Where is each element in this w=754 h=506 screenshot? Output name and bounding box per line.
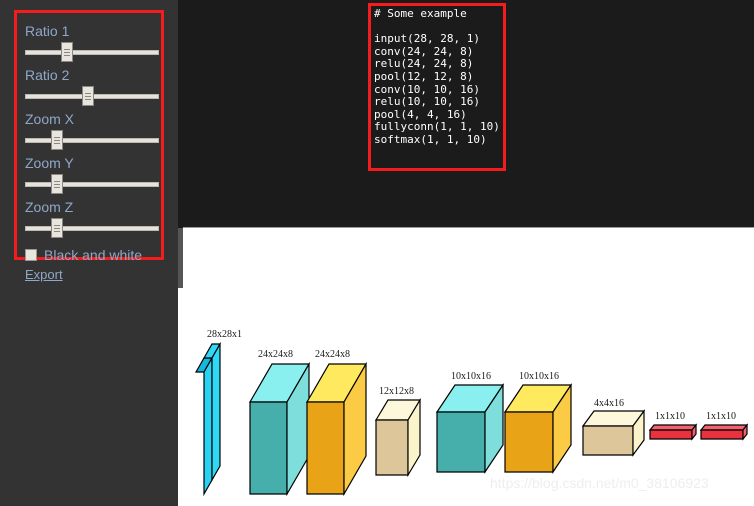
layer-label: 24x24x8 — [315, 349, 350, 360]
slider-zoom-x[interactable] — [25, 129, 159, 150]
checkbox-label: Black and white — [44, 247, 143, 263]
code-line: softmax(1, 1, 10) — [374, 132, 487, 146]
code-highlight-box: # Some example input(28, 28, 1) conv(24,… — [368, 3, 506, 171]
slider-thumb[interactable] — [82, 86, 94, 106]
slider-zoom-z[interactable] — [25, 217, 159, 238]
layer-fullyconn[interactable]: 1x1x10 — [648, 411, 698, 441]
layer-softmax[interactable]: 1x1x10 — [699, 411, 749, 441]
label-zoom-x: Zoom X — [25, 111, 75, 127]
layer-pool-2[interactable]: 4x4x16 — [581, 398, 646, 457]
code-line: # Some example — [374, 7, 467, 20]
label-ratio-2: Ratio 2 — [25, 67, 70, 83]
label-ratio-1: Ratio 1 — [25, 23, 70, 39]
layer-label: 28x28x1 — [207, 329, 242, 340]
slider-thumb[interactable] — [51, 218, 63, 238]
layer-conv-1[interactable]: 24x24x8 — [248, 349, 311, 497]
code-line: pool(12, 12, 8) — [374, 69, 474, 83]
layer-label: 12x12x8 — [379, 386, 414, 397]
code-editor-panel[interactable]: # Some example input(28, 28, 1) conv(24,… — [183, 0, 754, 228]
control-zoom-z: Zoom Z — [25, 199, 159, 238]
network-diagram-canvas[interactable]: 28x28x1 24x24x8 24x24x8 12x12x8 10x10x16… — [183, 229, 754, 506]
control-zoom-y: Zoom Y — [25, 155, 159, 194]
layer-conv-2[interactable]: 10x10x16 — [435, 371, 505, 474]
layer-relu-2[interactable]: 10x10x16 — [503, 371, 573, 474]
black-and-white-checkbox-row[interactable]: Black and white — [25, 247, 153, 263]
control-ratio-1: Ratio 1 — [25, 23, 159, 62]
slider-track[interactable] — [25, 138, 159, 143]
slider-track[interactable] — [25, 50, 159, 55]
layer-label: 10x10x16 — [519, 371, 559, 382]
slider-zoom-y[interactable] — [25, 173, 159, 194]
layer-label: 1x1x10 — [706, 411, 736, 422]
layer-input[interactable]: 28x28x1 — [194, 329, 242, 497]
label-zoom-y: Zoom Y — [25, 155, 74, 171]
layer-label: 10x10x16 — [451, 371, 491, 382]
layer-label: 4x4x16 — [594, 398, 624, 409]
layer-relu-1[interactable]: 24x24x8 — [305, 349, 368, 497]
slider-track[interactable] — [25, 226, 159, 231]
checkbox-icon[interactable] — [25, 249, 37, 261]
control-zoom-x: Zoom X — [25, 111, 159, 150]
layer-label: 24x24x8 — [258, 349, 293, 360]
label-zoom-z: Zoom Z — [25, 199, 74, 215]
code-line: relu(10, 10, 16) — [374, 95, 480, 109]
slider-thumb[interactable] — [61, 42, 73, 62]
control-ratio-2: Ratio 2 — [25, 67, 159, 106]
network-diagram-svg: 28x28x1 24x24x8 24x24x8 12x12x8 10x10x16… — [194, 329, 749, 497]
layer-label: 1x1x10 — [655, 411, 685, 422]
layer-pool-1[interactable]: 12x12x8 — [374, 386, 422, 478]
slider-thumb[interactable] — [51, 130, 63, 150]
slider-ratio-2[interactable] — [25, 85, 159, 106]
controls-panel: Ratio 1 Ratio 2 Zoom X Zoom Y Zoom Z Bla… — [14, 10, 164, 282]
code-line: input(28, 28, 1) — [374, 32, 480, 46]
app-window: Ratio 1 Ratio 2 Zoom X Zoom Y Zoom Z Bla… — [0, 0, 754, 506]
sidebar: Ratio 1 Ratio 2 Zoom X Zoom Y Zoom Z Bla… — [0, 0, 178, 506]
export-link[interactable]: Export — [25, 267, 63, 282]
slider-ratio-1[interactable] — [25, 41, 159, 62]
slider-thumb[interactable] — [51, 174, 63, 194]
watermark: https://blog.csdn.net/m0_38106923 — [490, 475, 709, 491]
slider-track[interactable] — [25, 182, 159, 187]
